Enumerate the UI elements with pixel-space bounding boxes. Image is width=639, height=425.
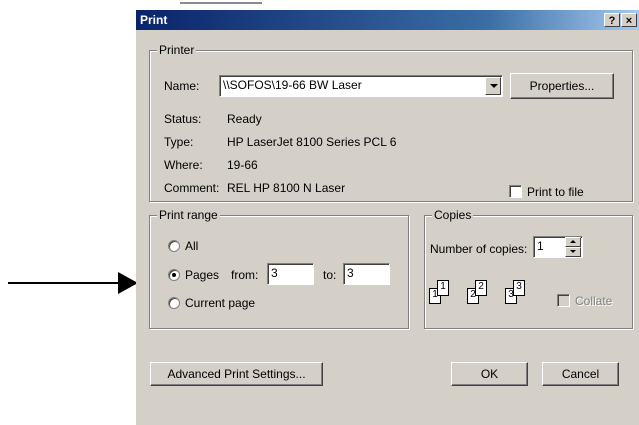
- page-icon: 1: [437, 280, 449, 296]
- to-page-input[interactable]: 3: [343, 263, 390, 285]
- cancel-button[interactable]: Cancel: [542, 362, 619, 386]
- close-button[interactable]: ×: [621, 13, 637, 27]
- copies-group-label: Copies: [432, 208, 474, 222]
- number-of-copies-label: Number of copies:: [430, 242, 528, 256]
- where-label: Where:: [164, 158, 203, 172]
- spin-up-icon[interactable]: [565, 237, 581, 247]
- spin-down-icon[interactable]: [565, 247, 581, 257]
- page-icon: 2: [475, 280, 487, 296]
- type-value: HP LaserJet 8100 Series PCL 6: [227, 135, 397, 149]
- printer-group: Printer Name: \\SOFOS\19-66 BW Laser Pro…: [149, 43, 633, 202]
- all-radio[interactable]: [168, 240, 180, 252]
- collate-label: Collate: [575, 294, 613, 308]
- print-dialog: Print ? × Printer Name: \\SOFOS\19-66 BW…: [136, 10, 639, 425]
- printer-group-label: Printer: [157, 43, 197, 57]
- help-button[interactable]: ?: [604, 13, 620, 27]
- where-value: 19-66: [227, 158, 258, 172]
- pages-label[interactable]: Pages: [185, 268, 219, 282]
- page-icon: 3: [513, 280, 525, 296]
- printer-name-value: \\SOFOS\19-66 BW Laser: [223, 78, 362, 92]
- current-page-radio[interactable]: [168, 297, 180, 309]
- status-label: Status:: [164, 112, 202, 126]
- print-range-group: Print range All Pages from: 3 to: 3 Curr…: [149, 208, 409, 329]
- annotation-arrow-shaft: [8, 282, 120, 284]
- to-page-value: 3: [347, 266, 354, 280]
- dialog-title: Print: [140, 13, 168, 27]
- from-page-value: 3: [271, 266, 278, 280]
- title-bar[interactable]: Print ? ×: [136, 10, 639, 30]
- comment-label: Comment:: [164, 181, 220, 195]
- status-value: Ready: [227, 112, 262, 126]
- print-to-file-checkbox[interactable]: [509, 185, 522, 198]
- print-to-file-label[interactable]: Print to file: [527, 185, 584, 199]
- all-label[interactable]: All: [185, 239, 198, 253]
- from-page-input[interactable]: 3: [267, 263, 314, 285]
- collate-checkbox[interactable]: [557, 294, 570, 307]
- name-label: Name:: [164, 79, 200, 93]
- to-label: to:: [323, 268, 337, 282]
- properties-button[interactable]: Properties...: [510, 73, 614, 99]
- background-line: [180, 2, 262, 4]
- advanced-print-settings-button[interactable]: Advanced Print Settings...: [150, 362, 323, 386]
- annotation-arrow-icon: [118, 272, 138, 294]
- copies-group: Copies Number of copies: 1 1 1 2 2 3 3 C…: [424, 208, 633, 329]
- ok-button[interactable]: OK: [451, 362, 528, 386]
- chevron-down-icon[interactable]: [485, 77, 501, 95]
- copies-spinner[interactable]: [565, 237, 581, 257]
- type-label: Type:: [164, 135, 194, 149]
- pages-radio[interactable]: [168, 269, 180, 281]
- print-range-group-label: Print range: [157, 208, 220, 222]
- copies-value: 1: [537, 239, 544, 253]
- comment-value: REL HP 8100 N Laser: [227, 181, 346, 195]
- current-page-label[interactable]: Current page: [185, 296, 255, 310]
- printer-name-select[interactable]: \\SOFOS\19-66 BW Laser: [219, 75, 503, 97]
- from-label: from:: [231, 268, 259, 282]
